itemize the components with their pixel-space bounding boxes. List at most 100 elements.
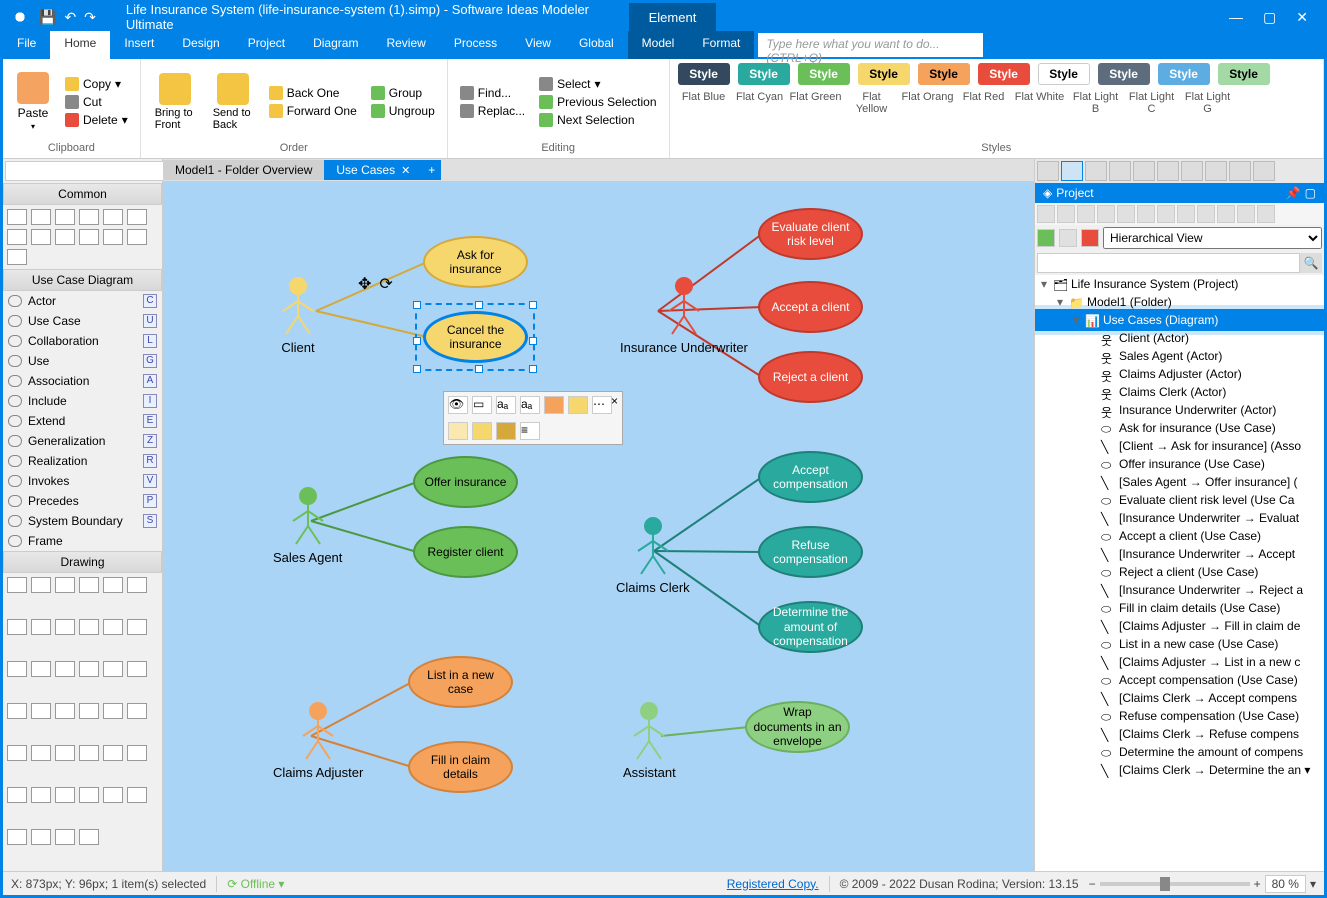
pv-refresh[interactable] bbox=[1037, 229, 1055, 247]
use-case[interactable]: Fill in claim details bbox=[408, 741, 513, 793]
toolbox-header-usecase[interactable]: Use Case Diagram bbox=[3, 269, 162, 291]
pt-7[interactable] bbox=[1157, 205, 1175, 223]
draw-group2[interactable] bbox=[7, 829, 27, 845]
menu-design[interactable]: Design bbox=[168, 31, 233, 59]
tool-anchor[interactable] bbox=[103, 209, 123, 225]
tree-node[interactable]: ╲[Insurance Underwriter → Evaluat bbox=[1035, 509, 1324, 527]
draw-text[interactable] bbox=[103, 703, 123, 719]
rp-tab-8[interactable] bbox=[1205, 161, 1227, 181]
ct-more[interactable]: ⋯ bbox=[592, 396, 612, 414]
style-flat-green[interactable]: Style bbox=[798, 63, 850, 85]
tree-node[interactable]: ⬭Accept a client (Use Case) bbox=[1035, 527, 1324, 545]
draw-arrow1[interactable] bbox=[7, 577, 27, 593]
rp-tab-1[interactable] bbox=[1037, 161, 1059, 181]
toolbox-item[interactable]: Use CaseU bbox=[3, 311, 162, 331]
actor[interactable]: Assistant bbox=[623, 701, 676, 780]
style-flat-blue[interactable]: Style bbox=[678, 63, 730, 85]
style-flat-orange[interactable]: Style bbox=[918, 63, 970, 85]
toolbox-header-drawing[interactable]: Drawing bbox=[3, 551, 162, 573]
actor[interactable]: Claims Adjuster bbox=[273, 701, 363, 780]
draw-font[interactable] bbox=[127, 703, 147, 719]
menu-review[interactable]: Review bbox=[372, 31, 439, 59]
draw-oval[interactable] bbox=[55, 619, 75, 635]
draw-circle[interactable] bbox=[31, 619, 51, 635]
use-case[interactable]: Refuse compensation bbox=[758, 526, 863, 578]
style-flat-cyan[interactable]: Style bbox=[738, 63, 790, 85]
menu-diagram[interactable]: Diagram bbox=[299, 31, 372, 59]
draw-callout[interactable] bbox=[31, 745, 51, 761]
tab-use-cases[interactable]: Use Cases✕ bbox=[324, 160, 422, 180]
forward-one-button[interactable]: Forward One bbox=[265, 103, 361, 119]
actor[interactable]: Sales Agent bbox=[273, 486, 342, 565]
tree-node[interactable]: 웃Sales Agent (Actor) bbox=[1035, 347, 1324, 365]
registered-link[interactable]: Registered Copy. bbox=[727, 877, 819, 891]
menu-insert[interactable]: Insert bbox=[110, 31, 168, 59]
draw-trapezoid[interactable] bbox=[127, 619, 147, 635]
ct-lines[interactable]: ≡ bbox=[520, 422, 540, 440]
pt-9[interactable] bbox=[1197, 205, 1215, 223]
use-case[interactable]: Wrap documents in an envelope bbox=[745, 701, 850, 753]
toolbox-header-common[interactable]: Common bbox=[3, 183, 162, 205]
ct-text[interactable]: aₐ bbox=[520, 396, 540, 414]
tree-node[interactable]: ⬭Refuse compensation (Use Case) bbox=[1035, 707, 1324, 725]
use-case[interactable]: Cancel the insurance bbox=[423, 311, 528, 363]
draw-star5[interactable] bbox=[79, 703, 99, 719]
draw-cross[interactable] bbox=[7, 703, 27, 719]
use-case[interactable]: Evaluate client risk level bbox=[758, 208, 863, 260]
draw-folder[interactable] bbox=[31, 787, 51, 803]
tool-note[interactable] bbox=[79, 229, 99, 245]
style-flat-yellow[interactable]: Style bbox=[858, 63, 910, 85]
bring-to-front-button[interactable]: Bring to Front bbox=[149, 63, 201, 140]
tree-node[interactable]: ⬭Evaluate client risk level (Use Ca bbox=[1035, 491, 1324, 509]
zoom-in-icon[interactable]: + bbox=[1254, 877, 1261, 891]
use-case[interactable]: List in a new case bbox=[408, 656, 513, 708]
draw-flag[interactable] bbox=[7, 787, 27, 803]
tab-add[interactable]: + bbox=[422, 160, 441, 180]
tree-node[interactable]: ╲[Insurance Underwriter → Reject a bbox=[1035, 581, 1324, 599]
group-button[interactable]: Group bbox=[367, 85, 439, 101]
tree-expand-icon[interactable]: ▾ bbox=[1055, 295, 1065, 309]
toolbox-item[interactable]: System BoundaryS bbox=[3, 511, 162, 531]
pt-12[interactable] bbox=[1257, 205, 1275, 223]
tree-node[interactable]: ╲[Client → Ask for insurance] (Asso bbox=[1035, 437, 1324, 455]
draw-cloud[interactable] bbox=[31, 703, 51, 719]
menu-global[interactable]: Global bbox=[565, 31, 628, 59]
replace-button[interactable]: Replac... bbox=[456, 103, 529, 119]
use-case[interactable]: Offer insurance bbox=[413, 456, 518, 508]
delete-button[interactable]: Delete ▾ bbox=[61, 112, 132, 128]
tab-folder-overview[interactable]: Model1 - Folder Overview bbox=[163, 160, 324, 180]
use-case[interactable]: Register client bbox=[413, 526, 518, 578]
ct-c1[interactable] bbox=[448, 422, 468, 440]
rotate-icon[interactable]: ⟳ bbox=[379, 274, 392, 294]
tab-close-icon[interactable]: ✕ bbox=[401, 164, 410, 177]
draw-cylinder[interactable] bbox=[55, 661, 75, 677]
pt-2[interactable] bbox=[1057, 205, 1075, 223]
ct-c2[interactable] bbox=[472, 422, 492, 440]
draw-bracket[interactable] bbox=[103, 787, 123, 803]
menu-model[interactable]: Model bbox=[628, 31, 689, 59]
tree-node[interactable]: ⬭Determine the amount of compens bbox=[1035, 743, 1324, 761]
use-case[interactable]: Accept compensation bbox=[758, 451, 863, 503]
rp-tab-9[interactable] bbox=[1229, 161, 1251, 181]
panel-close-icon[interactable]: ▢ bbox=[1305, 186, 1316, 200]
use-case[interactable]: Reject a client bbox=[758, 351, 863, 403]
rp-tab-2[interactable] bbox=[1061, 161, 1083, 181]
menu-format[interactable]: Format bbox=[688, 31, 754, 59]
ct-color[interactable] bbox=[544, 396, 564, 414]
undo-icon[interactable]: ↶ bbox=[64, 9, 76, 26]
tool-pin[interactable] bbox=[55, 229, 75, 245]
draw-octagon[interactable] bbox=[127, 661, 147, 677]
project-tree[interactable]: ▾🗂Life Insurance System (Project)▾📁Model… bbox=[1035, 275, 1324, 871]
close-icon[interactable]: ✕ bbox=[1296, 9, 1308, 26]
tool-container[interactable] bbox=[127, 229, 147, 245]
actor[interactable]: Claims Clerk bbox=[616, 516, 690, 595]
paste-button[interactable]: Paste▾ bbox=[11, 63, 55, 140]
style-flat-light-c[interactable]: Style bbox=[1158, 63, 1210, 85]
draw-pentagon[interactable] bbox=[103, 661, 123, 677]
save-icon[interactable]: 💾 bbox=[39, 9, 56, 26]
menu-process[interactable]: Process bbox=[440, 31, 511, 59]
tree-node[interactable]: 웃Claims Adjuster (Actor) bbox=[1035, 365, 1324, 383]
cut-button[interactable]: Cut bbox=[61, 94, 132, 110]
style-flat-red[interactable]: Style bbox=[978, 63, 1030, 85]
actor[interactable]: Insurance Underwriter bbox=[620, 276, 748, 355]
